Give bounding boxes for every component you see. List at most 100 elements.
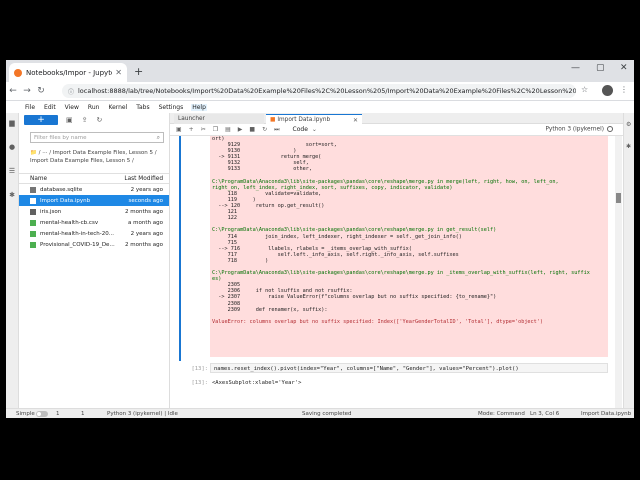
profile-avatar[interactable] xyxy=(602,85,613,96)
menu-help[interactable]: Help xyxy=(191,103,207,111)
kernel-indicator[interactable]: Python 3 (ipykernel) xyxy=(545,126,613,133)
file-name: iris.json xyxy=(40,208,62,215)
folder-icon[interactable]: ▆ xyxy=(8,119,16,127)
browser-tab[interactable]: Notebooks/Impor - JupyterLab ✕ xyxy=(9,63,127,82)
add-cell-icon[interactable]: + xyxy=(189,126,194,133)
menu-run[interactable]: Run xyxy=(87,104,101,111)
fast-forward-icon[interactable]: ⏭ xyxy=(274,126,279,134)
refresh-icon[interactable]: ↻ xyxy=(97,116,103,124)
cell-code: names.reset_index().pivot(index="Year", … xyxy=(214,366,519,372)
file-name: database.sqlite xyxy=(40,186,83,193)
cell-type-select[interactable]: Code xyxy=(293,126,308,133)
menu-tabs[interactable]: Tabs xyxy=(135,104,150,111)
menu-file[interactable]: File xyxy=(24,104,36,111)
new-folder-icon[interactable]: ▣ xyxy=(66,116,73,124)
browser-tab-title: Notebooks/Impor - JupyterLab xyxy=(26,68,112,77)
back-icon[interactable]: ← xyxy=(6,86,20,96)
file-row[interactable]: iris.json 2 months ago xyxy=(19,206,169,217)
chevron-down-icon[interactable]: ⌄ xyxy=(312,126,317,133)
file-name: Import Data.ipynb xyxy=(40,197,91,204)
csv-file-icon xyxy=(30,241,36,248)
notebook-icon: ■ xyxy=(270,117,276,123)
browser-window: Notebooks/Impor - JupyterLab ✕ + — ▢ ✕ ←… xyxy=(6,60,634,418)
copy-icon[interactable]: ❐ xyxy=(213,126,218,133)
menu-view[interactable]: View xyxy=(64,104,80,111)
minimize-button[interactable]: — xyxy=(571,63,580,73)
gear-icon[interactable]: ⚙ xyxy=(626,121,631,128)
close-tab-icon[interactable]: ✕ xyxy=(115,68,122,77)
file-modified: 2 years ago xyxy=(130,186,163,193)
restart-icon[interactable]: ↻ xyxy=(262,126,267,133)
maximize-button[interactable]: ▢ xyxy=(596,63,605,73)
running-icon[interactable]: ● xyxy=(8,143,16,151)
forward-icon[interactable]: → xyxy=(20,86,34,96)
file-row[interactable]: mental-health-in-tech-20... 2 years ago xyxy=(19,228,169,239)
file-row[interactable]: Import Data.ipynb seconds ago xyxy=(19,195,169,206)
notebook-tab-label: Import Data.ipynb xyxy=(277,117,331,123)
file-row[interactable]: database.sqlite 2 years ago xyxy=(19,184,169,195)
bookmark-star-icon[interactable]: ☆ xyxy=(581,85,588,94)
jupyter-favicon-icon xyxy=(14,68,22,77)
notebook-toolbar: ▣ + ✂ ❐ ▤ ▶ ■ ↻ ⏭ Code ⌄ Python 3 (ipyke… xyxy=(170,124,623,136)
tab-launcher[interactable]: Launcher xyxy=(174,114,264,124)
video-frame: Notebooks/Impor - JupyterLab ✕ + — ▢ ✕ ←… xyxy=(0,0,640,480)
file-file-icon xyxy=(30,186,36,193)
json-file-icon xyxy=(30,208,36,215)
filter-input[interactable]: Filter files by name ⌕ xyxy=(30,132,164,143)
url-text: localhost:8888/lab/tree/Notebooks/Import… xyxy=(78,87,576,95)
mode-indicator: Mode: Command xyxy=(478,411,525,417)
cut-icon[interactable]: ✂ xyxy=(201,126,206,133)
cursor-position[interactable]: Ln 3, Col 6 xyxy=(530,411,559,417)
file-row[interactable]: Provisional_COVID-19_De... 2 months ago xyxy=(19,239,169,250)
status-bar: Simple 1 1 Python 3 (ipykernel) | Idle S… xyxy=(6,408,634,418)
simple-mode-label: Simple xyxy=(16,411,35,417)
new-launcher-button[interactable]: + xyxy=(24,115,58,125)
browser-menu-icon[interactable]: ⋮ xyxy=(620,85,628,94)
scrollbar-thumb[interactable] xyxy=(616,193,621,203)
active-cell-marker xyxy=(179,136,181,361)
breadcrumb[interactable]: 📁 / ··· / Import Data Example Files, Les… xyxy=(19,143,169,173)
csv-file-icon xyxy=(30,219,36,226)
close-window-button[interactable]: ✕ xyxy=(620,63,628,73)
kernel-count[interactable]: 1 xyxy=(81,411,85,417)
cell-input[interactable]: names.reset_index().pivot(index="Year", … xyxy=(210,363,608,373)
file-modified: 2 months ago xyxy=(125,241,163,248)
menu-settings[interactable]: Settings xyxy=(158,104,185,111)
stop-icon[interactable]: ■ xyxy=(249,126,255,133)
browser-tab-strip: Notebooks/Impor - JupyterLab ✕ + — ▢ ✕ xyxy=(6,60,634,82)
right-sidebar: ⚙ ✱ xyxy=(623,113,634,408)
file-name: mental-health-cb.csv xyxy=(40,219,99,226)
extensions-icon[interactable]: ✱ xyxy=(8,191,16,199)
debugger-icon[interactable]: ✱ xyxy=(626,143,631,150)
file-row[interactable]: mental-health-cb.csv a month ago xyxy=(19,217,169,228)
input-prompt: [13]: xyxy=(191,366,208,372)
file-name: mental-health-in-tech-20... xyxy=(40,230,114,237)
scrollbar[interactable] xyxy=(615,136,622,408)
close-tab-icon[interactable]: ✕ xyxy=(353,117,358,124)
left-activity-bar: ▆ ● ☰ ✱ xyxy=(6,113,19,408)
upload-icon[interactable]: ⇪ xyxy=(82,116,88,124)
url-bar[interactable]: ⓘ localhost:8888/lab/tree/Notebooks/Impo… xyxy=(62,84,576,98)
main-area: Launcher ■ Import Data.ipynb ✕ ▣ + ✂ ❐ ▤… xyxy=(170,113,623,408)
column-modified[interactable]: Last Modified xyxy=(124,176,163,182)
file-list: database.sqlite 2 years ago Import Data.ip… xyxy=(19,184,169,250)
kernel-status[interactable]: Python 3 (ipykernel) | Idle xyxy=(107,411,178,417)
tab-notebook[interactable]: ■ Import Data.ipynb ✕ xyxy=(266,114,362,124)
status-filename: Import Data.ipynb xyxy=(581,411,632,417)
traceback-line: ValueError: columns overlap but no suffi… xyxy=(212,318,544,325)
terminal-count[interactable]: 1 xyxy=(56,411,60,417)
simple-mode-toggle[interactable] xyxy=(36,411,48,417)
jupyter-menubar: File Edit View Run Kernel Tabs Settings … xyxy=(6,101,634,113)
menu-edit[interactable]: Edit xyxy=(43,104,57,111)
reload-icon[interactable]: ↻ xyxy=(34,86,48,96)
menu-kernel[interactable]: Kernel xyxy=(107,104,128,111)
notebook-content[interactable]: ort) 9129 sort=sort, 9130 ) -> 9131 retu… xyxy=(170,136,623,408)
commands-icon[interactable]: ☰ xyxy=(8,167,16,175)
run-icon[interactable]: ▶ xyxy=(238,126,243,133)
paste-icon[interactable]: ▤ xyxy=(225,126,231,133)
info-icon[interactable]: ⓘ xyxy=(68,87,74,96)
new-tab-button[interactable]: + xyxy=(134,65,143,78)
notebook-file-icon xyxy=(30,197,36,204)
column-name[interactable]: Name xyxy=(30,176,124,182)
save-icon[interactable]: ▣ xyxy=(176,126,182,133)
